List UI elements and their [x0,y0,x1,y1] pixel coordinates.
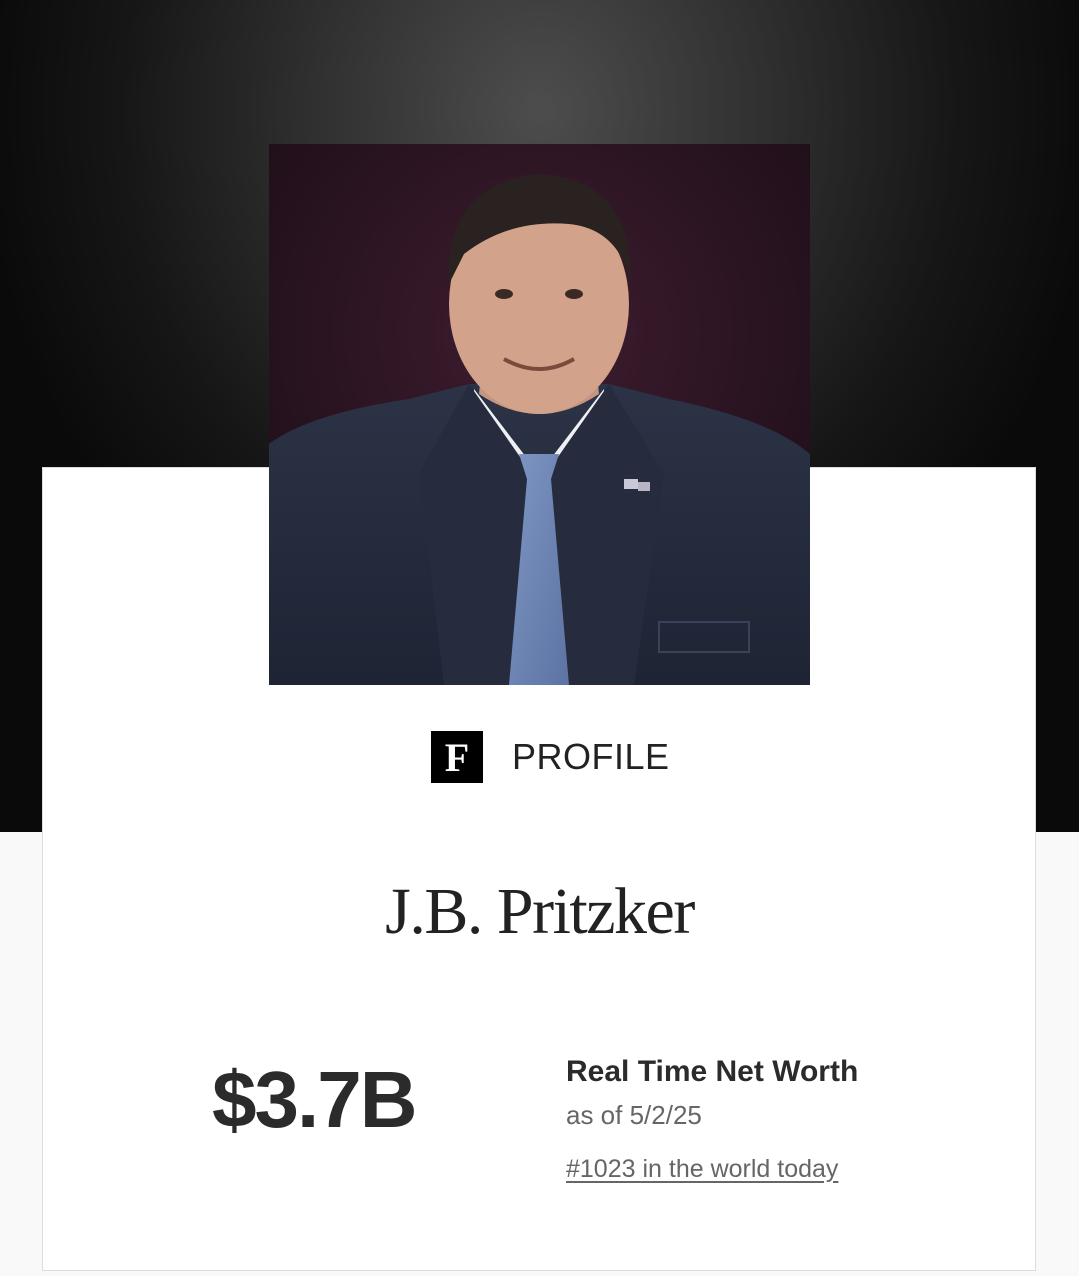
profile-section-tag: F PROFILE [431,731,670,783]
net-worth-label: Real Time Net Worth [566,1055,859,1088]
world-rank-link[interactable]: #1023 in the world today [566,1155,838,1184]
profile-page: F PROFILE J.B. Pritzker $3.7B Real Time … [0,0,1079,1276]
portrait-photo [269,144,810,685]
person-name: J.B. Pritzker [385,875,695,948]
profile-label: PROFILE [512,736,670,777]
net-worth-value: $3.7B [212,1055,417,1144]
forbes-logo-icon: F [431,731,483,783]
net-worth-date: as of 5/2/25 [566,1100,702,1130]
